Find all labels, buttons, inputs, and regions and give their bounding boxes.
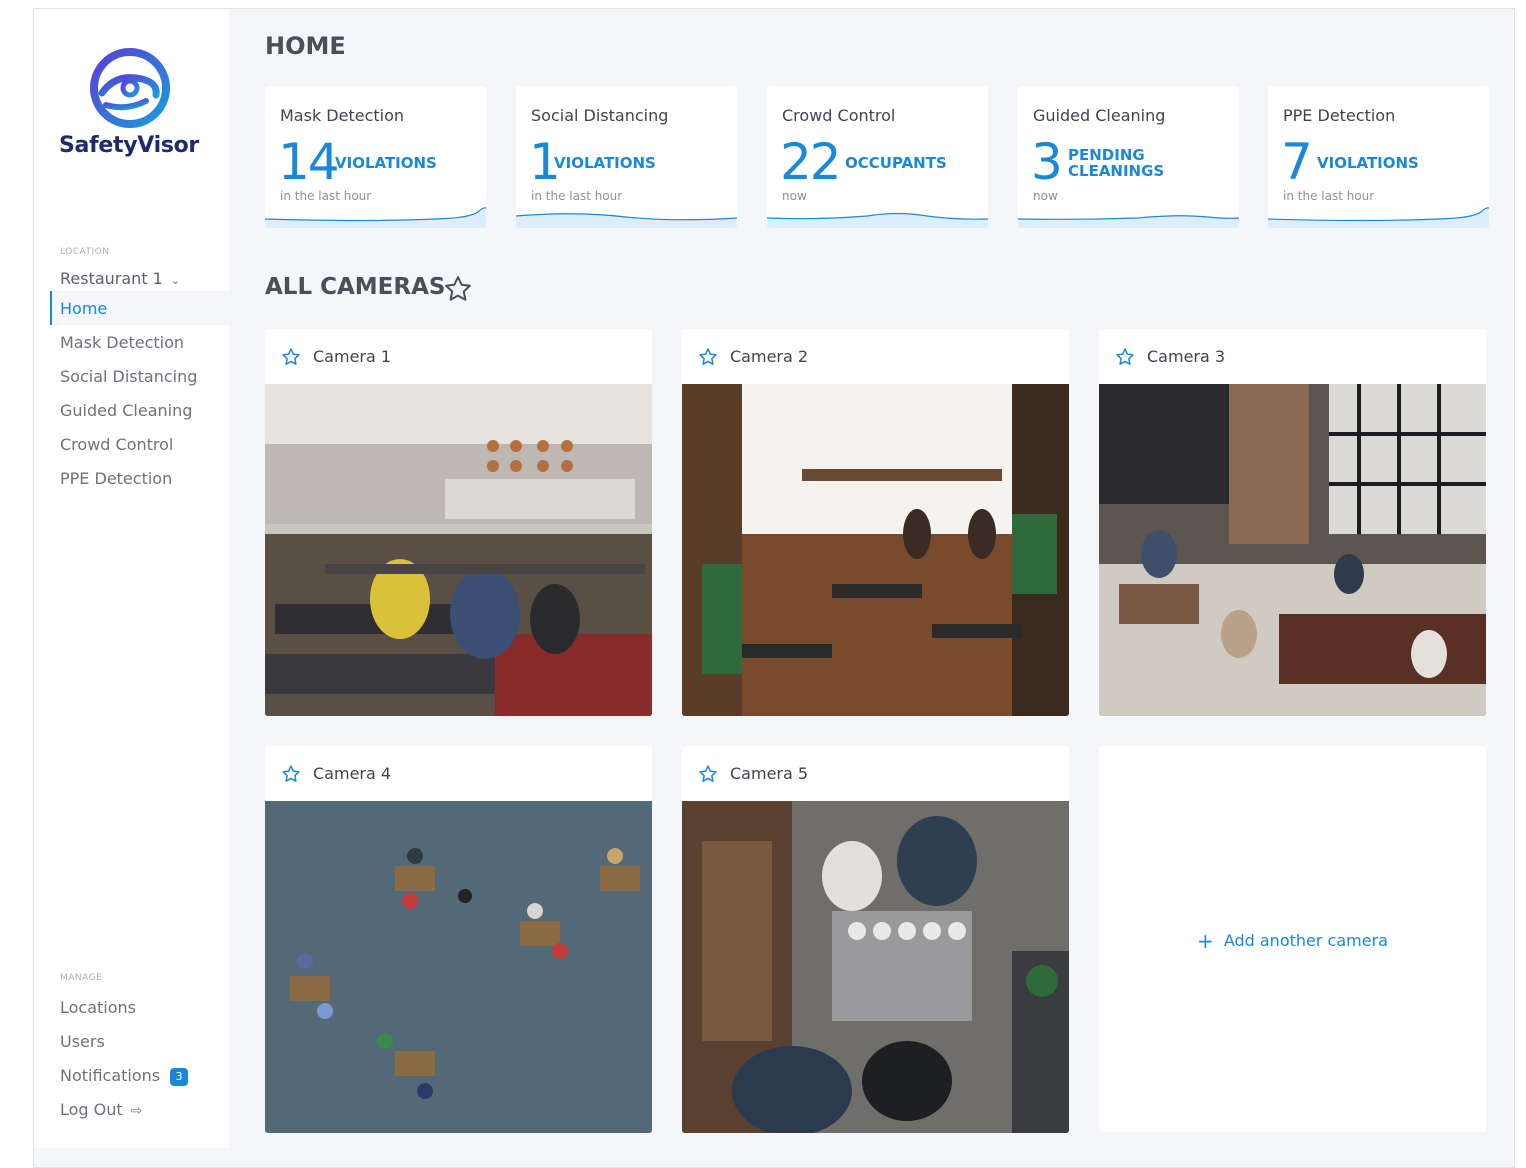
nav-item-notifications[interactable]: Notifications 3	[60, 1066, 189, 1086]
sidebar: SafetyVisor LOCATION Restaurant 1 ⌄ Home …	[34, 9, 229, 1148]
stat-value: 3	[1031, 133, 1063, 191]
camera-name: Camera 4	[313, 764, 392, 783]
nav-item-crowd-control[interactable]: Crowd Control	[60, 435, 173, 454]
add-camera-label: Add another camera	[1223, 931, 1388, 950]
plus-icon: +	[1197, 929, 1214, 953]
nav-item-social-distancing[interactable]: Social Distancing	[60, 367, 197, 386]
stat-subtitle: now	[1033, 189, 1058, 203]
stat-card-social-distancing[interactable]: Social Distancing 1 VIOLATIONS in the la…	[516, 86, 737, 228]
coffee-bar-image	[682, 801, 1069, 1133]
stat-subtitle: in the last hour	[280, 189, 372, 203]
camera-card-5[interactable]: Camera 5	[682, 746, 1069, 1133]
stat-value: 7	[1281, 133, 1313, 191]
stat-title: Crowd Control	[782, 106, 896, 125]
nav-item-logout[interactable]: Log Out ⇨	[60, 1100, 142, 1119]
favorite-star-icon[interactable]	[698, 347, 718, 367]
stat-unit: PENDING CLEANINGS	[1068, 146, 1165, 180]
camera-feed-image[interactable]	[265, 384, 652, 716]
camera-feed-image[interactable]	[682, 384, 1069, 716]
nav-item-ppe-detection[interactable]: PPE Detection	[60, 469, 172, 488]
page-title: HOME	[265, 32, 346, 60]
nav-item-guided-cleaning[interactable]: Guided Cleaning	[60, 401, 192, 420]
nav-item-logout-label: Log Out	[60, 1100, 123, 1119]
stat-title: PPE Detection	[1283, 106, 1396, 125]
stat-trend-wave	[516, 213, 737, 228]
camera-feed-image[interactable]	[265, 801, 652, 1133]
stat-card-guided-cleaning[interactable]: Guided Cleaning 3 PENDING CLEANINGS now	[1018, 86, 1239, 228]
stat-title: Social Distancing	[531, 106, 669, 125]
stat-unit: OCCUPANTS	[845, 154, 947, 172]
stat-subtitle: in the last hour	[531, 189, 623, 203]
favorite-star-icon[interactable]	[281, 764, 301, 784]
stat-title: Mask Detection	[280, 106, 405, 125]
camera-name: Camera 3	[1147, 347, 1226, 366]
stat-unit: VIOLATIONS	[335, 154, 437, 172]
camera-card-header: Camera 5	[682, 746, 1069, 801]
camera-name: Camera 2	[730, 347, 809, 366]
camera-card-2[interactable]: Camera 2	[682, 329, 1069, 716]
manage-label: MANAGE	[60, 973, 103, 983]
location-select-value: Restaurant 1	[60, 269, 163, 288]
location-label: LOCATION	[60, 247, 110, 257]
stat-subtitle: in the last hour	[1283, 189, 1375, 203]
camera-feed-image[interactable]	[1099, 384, 1486, 716]
camera-card-4[interactable]: Camera 4	[265, 746, 652, 1133]
logout-icon: ⇨	[130, 1103, 143, 1119]
all-cameras-title: ALL CAMERAS	[265, 274, 446, 300]
nav-item-home[interactable]: Home	[60, 299, 107, 318]
nav-item-locations[interactable]: Locations	[60, 998, 136, 1017]
stat-card-mask-detection[interactable]: Mask Detection 14 VIOLATIONS in the last…	[265, 86, 486, 228]
favorite-star-icon[interactable]	[281, 347, 301, 367]
camera-name: Camera 5	[730, 764, 809, 783]
camera-card-header: Camera 4	[265, 746, 652, 801]
camera-card-1[interactable]: Camera 1	[265, 329, 652, 716]
cafe-top-view-image	[1099, 384, 1486, 716]
camera-card-3[interactable]: Camera 3	[1099, 329, 1486, 716]
restaurant-scene-image	[265, 384, 652, 716]
camera-card-header: Camera 3	[1099, 329, 1486, 384]
nav-item-notifications-label: Notifications	[60, 1066, 161, 1085]
stat-value: 22	[780, 133, 842, 191]
favorite-star-icon[interactable]	[1115, 347, 1135, 367]
stat-card-crowd-control[interactable]: Crowd Control 22 OCCUPANTS now	[767, 86, 988, 228]
camera-card-header: Camera 2	[682, 329, 1069, 384]
brand-name: SafetyVisor	[59, 133, 199, 158]
nav-item-mask-detection[interactable]: Mask Detection	[60, 333, 184, 352]
camera-feed-image[interactable]	[682, 801, 1069, 1133]
nav-item-users[interactable]: Users	[60, 1032, 105, 1051]
courtyard-top-view-image	[265, 801, 652, 1133]
stat-trend-wave	[1268, 207, 1489, 228]
stat-card-ppe-detection[interactable]: PPE Detection 7 VIOLATIONS in the last h…	[1268, 86, 1489, 228]
notification-count-badge: 3	[170, 1068, 189, 1086]
camera-card-header: Camera 1	[265, 329, 652, 384]
favorite-star-icon[interactable]	[698, 764, 718, 784]
cafe-interior-image	[682, 384, 1069, 716]
safetyvisor-logo-icon	[90, 48, 170, 128]
add-camera-button[interactable]: + Add another camera	[1099, 929, 1486, 953]
stat-unit: VIOLATIONS	[554, 154, 656, 172]
camera-name: Camera 1	[313, 347, 392, 366]
stat-trend-wave	[767, 212, 988, 228]
star-outline-icon[interactable]	[443, 274, 473, 304]
stat-trend-wave	[265, 207, 486, 228]
stat-unit: VIOLATIONS	[1317, 154, 1419, 172]
stat-value: 14	[278, 133, 340, 191]
location-select[interactable]: Restaurant 1 ⌄	[60, 269, 180, 288]
stat-title: Guided Cleaning	[1033, 106, 1166, 125]
chevron-down-icon: ⌄	[170, 274, 181, 287]
stat-subtitle: now	[782, 189, 807, 203]
stat-trend-wave	[1018, 215, 1239, 228]
add-camera-card: + Add another camera	[1099, 746, 1486, 1132]
